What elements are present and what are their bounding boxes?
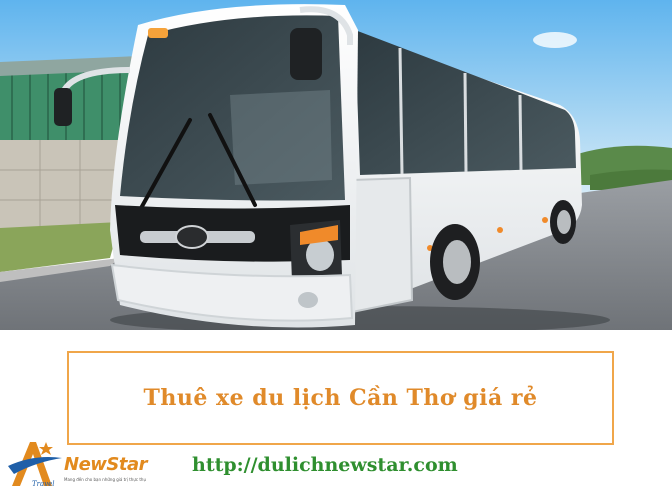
bus-illustration	[0, 0, 672, 330]
caption-box: Thuê xe du lịch Cần Thơ giá rẻ	[67, 351, 614, 445]
logo-tagline: Mang đến cho bạn những giá trị thực thụ	[64, 477, 146, 482]
bus-photo	[0, 0, 672, 330]
logo-brand: NewStar	[64, 454, 148, 475]
website-link[interactable]: http://dulichnewstar.com	[192, 454, 458, 476]
caption-title: Thuê xe du lịch Cần Thơ giá rẻ	[143, 385, 538, 411]
newstar-logo: NewStar Travel Mang đến cho bạn những gi…	[6, 436, 156, 496]
logo-sub: Travel	[32, 480, 55, 488]
